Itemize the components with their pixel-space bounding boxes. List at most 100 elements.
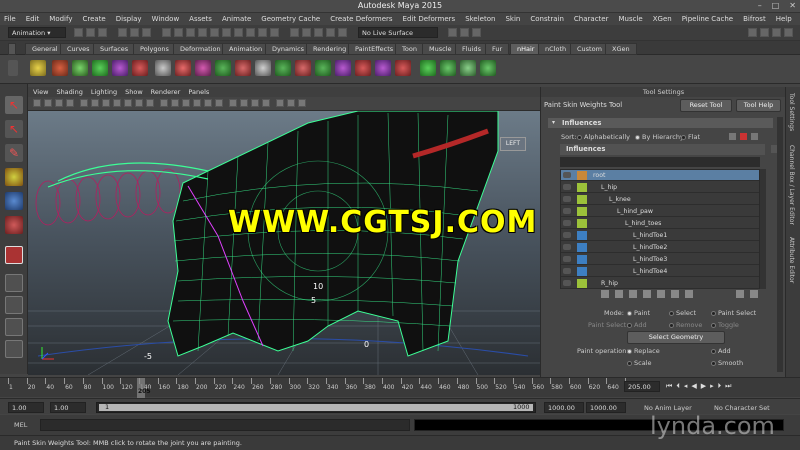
screen-space-ao-icon[interactable] (229, 99, 237, 107)
assign-hair-icon[interactable] (52, 60, 68, 76)
mask-misc-icon[interactable] (270, 28, 279, 37)
set-start-icon[interactable] (275, 60, 291, 76)
smooth-shade-icon[interactable] (171, 99, 179, 107)
paint-weights-tool-icon[interactable] (5, 246, 23, 264)
shelf-menu-icon[interactable] (8, 43, 16, 55)
influence-color-swatch[interactable] (577, 267, 587, 276)
influence-row[interactable]: root (561, 170, 759, 181)
menu-character[interactable]: Character (574, 15, 609, 23)
mode-select-radio[interactable]: Select (669, 309, 696, 317)
constraint-icon[interactable] (112, 60, 128, 76)
menu-constrain[interactable]: Constrain (530, 15, 564, 23)
tool-help-button[interactable]: Tool Help (736, 99, 781, 112)
shelf-tab-ncloth[interactable]: nCloth (538, 43, 574, 55)
visibility-eye-icon[interactable] (563, 232, 571, 238)
cache-replace-icon[interactable] (460, 60, 476, 76)
select-geometry-button[interactable]: Select Geometry (627, 331, 725, 344)
playback-start-field[interactable]: 1.00 (50, 402, 86, 413)
paint-op-scale-radio[interactable]: Scale (627, 359, 652, 367)
step-forward-icon[interactable]: ⏵ (718, 382, 722, 391)
minimize-button[interactable]: – (758, 1, 762, 10)
snap-plane-icon[interactable] (326, 28, 335, 37)
mask-vertex-icon[interactable] (162, 28, 171, 37)
use-all-lights-icon[interactable] (204, 99, 212, 107)
hair-cut-icon[interactable] (175, 60, 191, 76)
shelf-tab-deformation[interactable]: Deformation (173, 43, 228, 55)
grid-icon[interactable] (80, 99, 88, 107)
playback-end-field[interactable]: 1000.00 (544, 402, 584, 413)
menu-assets[interactable]: Assets (189, 15, 212, 23)
mask-curve-icon[interactable] (222, 28, 231, 37)
influence-row[interactable]: L_hindToe1 (561, 230, 759, 241)
move-tool-icon[interactable] (5, 168, 23, 186)
influence-color-swatch[interactable] (577, 183, 587, 192)
menu-display[interactable]: Display (116, 15, 142, 23)
mask-deformer-icon[interactable] (234, 28, 243, 37)
rest-curves-icon[interactable] (235, 60, 251, 76)
show-tool-settings-icon[interactable] (772, 28, 781, 37)
influence-row[interactable]: L_hindToe4 (561, 266, 759, 277)
copy-weights-icon[interactable] (601, 290, 609, 298)
snap-curve-icon[interactable] (302, 28, 311, 37)
save-scene-icon[interactable] (98, 28, 107, 37)
mask-joint-icon[interactable] (210, 28, 219, 37)
shelf-tab-surfaces[interactable]: Surfaces (93, 43, 136, 55)
influence-color-swatch[interactable] (577, 195, 587, 204)
influence-color-swatch[interactable] (577, 219, 587, 228)
visibility-eye-icon[interactable] (563, 280, 571, 286)
scene-start-field[interactable]: 1.00 (8, 402, 44, 413)
step-back-icon[interactable]: ⏴ (676, 382, 680, 391)
shelf-tab-rendering[interactable]: Rendering (306, 43, 354, 55)
paint-select-remove-radio[interactable]: Remove (669, 321, 702, 329)
bookmarks-icon[interactable] (55, 99, 63, 107)
menu-edit[interactable]: Edit (26, 15, 40, 23)
flood-icon[interactable] (751, 133, 758, 140)
mask-uv-icon[interactable] (198, 28, 207, 37)
range-slider-handle[interactable] (99, 404, 533, 411)
menu-pipeline-cache[interactable]: Pipeline Cache (682, 15, 733, 23)
set-rest-icon[interactable] (295, 60, 311, 76)
shelf-tab-custom[interactable]: Custom (570, 43, 609, 55)
sort-by-hierarchy-radio[interactable]: By Hierarchy (635, 133, 684, 141)
make-live-icon[interactable] (338, 28, 347, 37)
wireframe-icon[interactable] (160, 99, 168, 107)
panel-menu-show[interactable]: Show (125, 88, 143, 96)
play-back-icon[interactable]: ◀ (691, 382, 696, 391)
influence-row[interactable]: L_hip (561, 182, 759, 193)
influence-color-swatch[interactable] (577, 255, 587, 264)
current-frame-field[interactable]: 205.00 (624, 381, 660, 392)
panel-menu-shading[interactable]: Shading (56, 88, 82, 96)
menu-window[interactable]: Window (152, 15, 180, 23)
pin-constraint-icon[interactable] (375, 60, 391, 76)
shelf-tab-fur[interactable]: Fur (485, 43, 510, 55)
paint-select-toggle-radio[interactable]: Toggle (711, 321, 739, 329)
go-to-end-icon[interactable]: ⏭ (725, 382, 731, 391)
mask-render-icon[interactable] (258, 28, 267, 37)
make-dynamic-icon[interactable] (30, 60, 46, 76)
reset-tool-button[interactable]: Reset Tool (680, 99, 732, 112)
visibility-eye-icon[interactable] (563, 208, 571, 214)
side-tab-attribute-editor[interactable]: Attribute Editor (788, 237, 795, 283)
shelf-tab-curves[interactable]: Curves (60, 43, 97, 55)
cache-create-icon[interactable] (420, 60, 436, 76)
influence-row[interactable]: L_hindToe3 (561, 254, 759, 265)
live-surface-field[interactable]: No Live Surface (358, 27, 438, 38)
sort-alphabetically-radio[interactable]: Alphabetically (577, 133, 630, 141)
show-modeling-toolkit-icon[interactable] (748, 28, 757, 37)
influence-color-swatch[interactable] (577, 171, 587, 180)
menu-skeleton[interactable]: Skeleton (465, 15, 495, 23)
select-hierarchy-icon[interactable] (118, 28, 127, 37)
influence-row[interactable]: R_hip (561, 278, 759, 289)
collide-icon[interactable] (335, 60, 351, 76)
shadows-icon[interactable] (215, 99, 223, 107)
select-camera-icon[interactable] (33, 99, 41, 107)
motion-blur-icon[interactable] (240, 99, 248, 107)
scene-end-field[interactable]: 1000.00 (586, 402, 626, 413)
visibility-eye-icon[interactable] (563, 220, 571, 226)
influence-color-swatch[interactable] (577, 207, 587, 216)
lasso-tool-icon[interactable]: ↖ (5, 120, 23, 138)
four-view-layout-icon[interactable] (5, 296, 23, 314)
shelf-tab-animation[interactable]: Animation (222, 43, 270, 55)
mode-paint-select-radio[interactable]: Paint Select (711, 309, 756, 317)
side-tab-tool-settings[interactable]: Tool Settings (788, 93, 795, 131)
